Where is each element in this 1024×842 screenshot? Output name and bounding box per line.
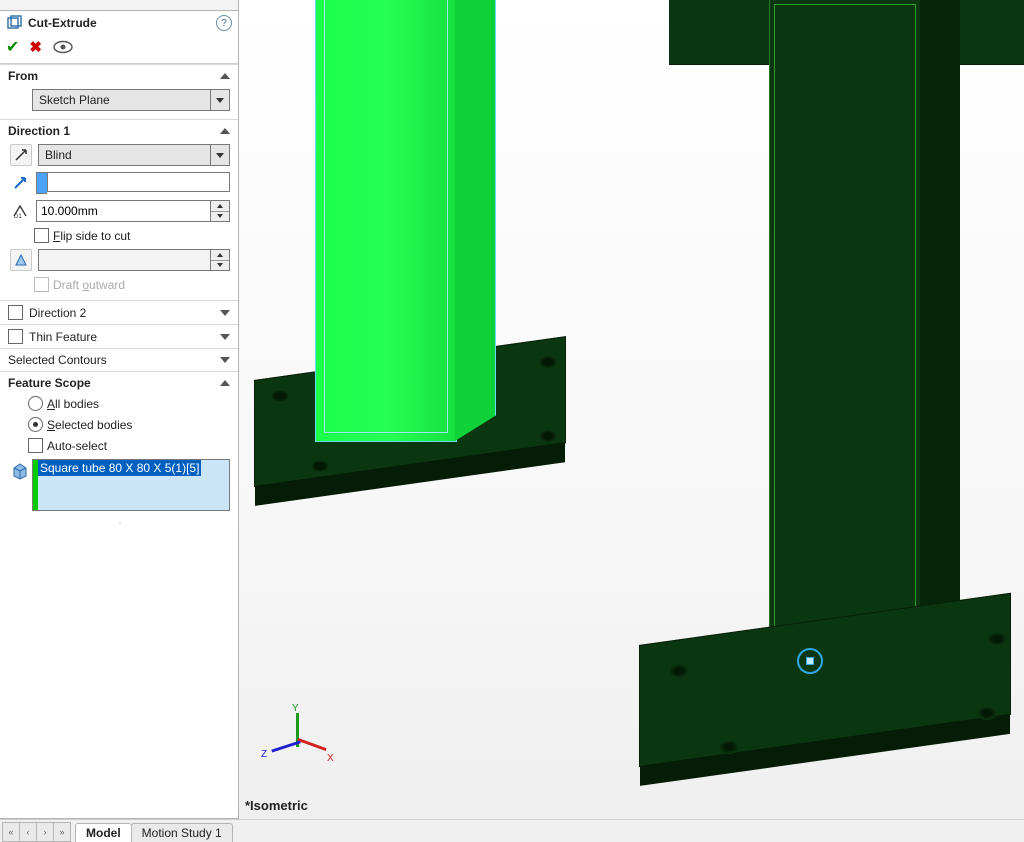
- group-body-direction1: Blind: [0, 142, 238, 300]
- draft-input: [39, 250, 210, 270]
- reverse-direction-button[interactable]: [10, 144, 32, 166]
- group-body-feature-scope: All bodies Selected bodies Auto-select: [0, 394, 238, 535]
- direction-reference-input[interactable]: [47, 172, 230, 192]
- thin-feature-label: Thin Feature: [29, 330, 214, 344]
- thin-feature-checkbox[interactable]: [8, 329, 23, 344]
- end-condition-value: Blind: [39, 148, 210, 162]
- help-button[interactable]: ?: [216, 15, 232, 31]
- chevron-down-icon: [220, 357, 230, 363]
- tab-motion-study[interactable]: Motion Study 1: [131, 823, 233, 842]
- group-body-from: Sketch Plane: [0, 87, 238, 119]
- chevron-up-icon: [220, 380, 230, 386]
- direction2-checkbox[interactable]: [8, 305, 23, 320]
- group-header-feature-scope[interactable]: Feature Scope: [0, 371, 238, 394]
- depth-icon: D1: [10, 201, 30, 221]
- bolt-hole-icon: [271, 390, 289, 402]
- tab-model[interactable]: Model: [75, 823, 132, 842]
- section-selected-contours[interactable]: Selected Contours: [0, 348, 238, 371]
- triad-z-label: Z: [261, 749, 267, 760]
- graphics-viewport[interactable]: X Y Z *Isometric: [239, 0, 1024, 819]
- direction2-label: Direction 2: [29, 306, 214, 320]
- chevron-up-icon: [220, 73, 230, 79]
- triad-y-label: Y: [292, 703, 299, 714]
- tab-nav-prev[interactable]: ‹: [20, 823, 37, 841]
- spin-down-button[interactable]: [211, 261, 229, 271]
- section-thin-feature[interactable]: Thin Feature: [0, 324, 238, 348]
- panel-header: Cut-Extrude ?: [0, 11, 238, 35]
- bolt-hole-icon: [669, 664, 689, 678]
- model-selected-column[interactable]: [315, 0, 457, 442]
- depth-input[interactable]: [37, 201, 210, 221]
- cut-extrude-icon: [6, 15, 22, 31]
- chevron-down-icon: [220, 334, 230, 340]
- spin-down-button[interactable]: [211, 212, 229, 222]
- chevron-up-icon: [220, 128, 230, 134]
- dropdown-arrow-icon[interactable]: [210, 145, 229, 165]
- bolt-hole-icon: [539, 430, 557, 442]
- flip-side-checkbox[interactable]: [34, 228, 49, 243]
- solid-body-icon: [10, 461, 30, 481]
- chevron-down-icon: [220, 310, 230, 316]
- bottom-tab-bar: « ‹ › » Model Motion Study 1: [0, 819, 1024, 842]
- ok-button[interactable]: ✔: [6, 37, 19, 57]
- from-start-condition-select[interactable]: Sketch Plane: [32, 89, 230, 111]
- cancel-button[interactable]: ✖: [29, 38, 42, 56]
- tab-nav-first[interactable]: «: [3, 823, 20, 841]
- all-bodies-label[interactable]: All bodies: [47, 397, 99, 411]
- flip-side-label[interactable]: Flip side to cut: [53, 229, 130, 243]
- draft-spinbox[interactable]: [38, 249, 230, 271]
- group-label-direction1: Direction 1: [8, 124, 70, 138]
- draft-outward-label: Draft outward: [53, 278, 125, 292]
- panel-top-strip: [0, 0, 238, 11]
- detailed-preview-icon[interactable]: [52, 40, 74, 54]
- spin-up-button[interactable]: [211, 250, 229, 261]
- selected-contours-label: Selected Contours: [8, 353, 214, 367]
- draft-button[interactable]: [10, 249, 32, 271]
- svg-text:D1: D1: [14, 214, 22, 219]
- resize-handle-icon[interactable]: ◦: [10, 519, 230, 527]
- group-label-from: From: [8, 69, 38, 83]
- section-direction2[interactable]: Direction 2: [0, 300, 238, 324]
- spin-up-button[interactable]: [211, 201, 229, 212]
- feature-scope-list-item[interactable]: Square tube 80 X 80 X 5(1)[5]: [38, 460, 201, 476]
- depth-spinbox[interactable]: [36, 200, 230, 222]
- bolt-hole-icon: [539, 356, 557, 368]
- bolt-hole-icon: [977, 706, 997, 720]
- panel-title: Cut-Extrude: [28, 16, 210, 30]
- action-row: ✔ ✖: [0, 35, 238, 64]
- bolt-hole-icon: [719, 740, 739, 754]
- reference-triad: X Y Z: [263, 713, 333, 773]
- selected-bodies-radio[interactable]: [28, 417, 43, 432]
- draft-outward-checkbox: [34, 277, 49, 292]
- dropdown-arrow-icon[interactable]: [210, 90, 229, 110]
- bolt-hole-icon: [311, 460, 329, 472]
- model-baseplate-right: [639, 593, 1011, 767]
- all-bodies-radio[interactable]: [28, 396, 43, 411]
- end-condition-select[interactable]: Blind: [38, 144, 230, 166]
- selected-bodies-label[interactable]: Selected bodies: [47, 418, 132, 432]
- property-manager-panel: Cut-Extrude ? ✔ ✖ From: [0, 0, 239, 819]
- group-header-from[interactable]: From: [0, 64, 238, 87]
- direction-reference-icon: [10, 173, 30, 193]
- view-orientation-label: *Isometric: [245, 798, 308, 813]
- tab-nav-next[interactable]: ›: [37, 823, 54, 841]
- tab-nav-buttons: « ‹ › »: [2, 822, 71, 842]
- auto-select-label[interactable]: Auto-select: [47, 439, 107, 453]
- auto-select-checkbox[interactable]: [28, 438, 43, 453]
- view-orientation-glyph[interactable]: [797, 648, 823, 674]
- from-select-value: Sketch Plane: [33, 93, 210, 107]
- triad-x-label: X: [327, 753, 334, 764]
- feature-scope-bodies-list[interactable]: Square tube 80 X 80 X 5(1)[5]: [32, 459, 230, 511]
- tab-nav-last[interactable]: »: [54, 823, 70, 841]
- group-label-feature-scope: Feature Scope: [8, 376, 91, 390]
- group-header-direction1[interactable]: Direction 1: [0, 119, 238, 142]
- bolt-hole-icon: [987, 632, 1007, 646]
- model-column-right: [769, 0, 921, 700]
